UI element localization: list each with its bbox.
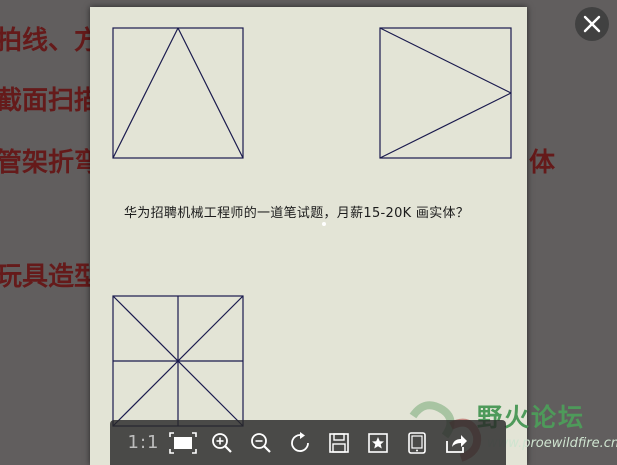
actual-size-button[interactable]: 1:1 (124, 423, 163, 463)
rotate-button[interactable] (280, 423, 319, 463)
viewer-toolbar: 1:1 (110, 420, 506, 465)
bookmark-button[interactable] (358, 423, 397, 463)
question-text: 华为招聘机械工程师的一道笔试题，月薪15-20K 画实体？ (124, 206, 470, 221)
front-view-edge (112, 27, 179, 159)
save-button[interactable] (319, 423, 358, 463)
actual-size-label: 1:1 (127, 432, 160, 453)
phone-icon (407, 431, 426, 454)
fit-window-button[interactable] (163, 423, 202, 463)
close-icon (583, 15, 601, 33)
save-icon (328, 432, 349, 453)
zoom-in-button[interactable] (202, 423, 241, 463)
share-icon (445, 434, 467, 453)
share-button[interactable] (436, 423, 475, 463)
front-view-edge (177, 27, 244, 159)
side-view-edge (379, 27, 512, 94)
front-view (112, 27, 244, 159)
cursor-dot (322, 222, 326, 226)
close-button[interactable] (575, 7, 609, 41)
side-view-edge (379, 92, 512, 159)
fit-window-icon (168, 431, 197, 454)
front-view-square (112, 27, 244, 159)
bookmark-star-icon (367, 432, 388, 453)
side-view (379, 27, 512, 159)
watermark-url: www.proewildfire.cn (487, 436, 617, 451)
rotate-icon (290, 431, 309, 452)
zoom-in-icon (211, 432, 232, 453)
zoom-out-button[interactable] (241, 423, 280, 463)
side-view-square (379, 27, 512, 159)
zoom-out-icon (250, 432, 271, 453)
phone-view-button[interactable] (397, 423, 436, 463)
top-view (112, 295, 244, 427)
